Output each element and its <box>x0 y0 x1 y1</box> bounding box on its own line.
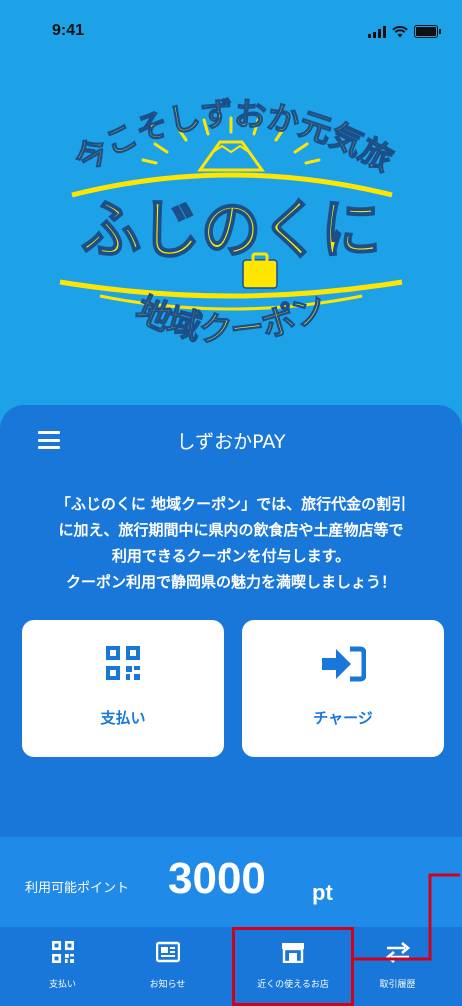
logo-arc-text: 今こそしずおか元気旅 <box>68 95 399 180</box>
signal-icon <box>368 26 386 38</box>
nav-label: お知らせ <box>149 980 186 990</box>
app-screen: 9:41 今こそしずおか元気旅 ふじのくに 地域クーポン しずおかPAY 「ふじ… <box>0 0 462 1006</box>
horizon-line-top <box>71 172 393 198</box>
wifi-icon <box>392 26 408 38</box>
battery-icon <box>414 25 441 38</box>
points-label: 利用可能ポイント <box>25 881 130 896</box>
logo-main-text: ふじのくに <box>81 194 381 268</box>
nav-label: 支払い <box>48 980 76 990</box>
pay-button-label: 支払い <box>100 709 146 727</box>
mount-fuji-icon <box>197 140 265 172</box>
wave-line-1 <box>59 279 403 299</box>
highlight-connector-line <box>354 873 460 961</box>
page-title: しずおかPAY <box>176 431 286 453</box>
nav-item-pay[interactable]: 支払い <box>20 927 105 1006</box>
pay-button[interactable]: 支払い <box>22 620 224 757</box>
qr-code-icon <box>106 646 140 680</box>
points-unit: pt <box>312 880 333 905</box>
description-line: 利用できるクーポンを付与します。 <box>111 547 351 565</box>
description-line: 「ふじのくに 地域クーポン」では、旅行代金の割引 <box>55 495 407 513</box>
fujinokuni-logo: 今こそしずおか元気旅 ふじのくに 地域クーポン <box>59 94 403 352</box>
points-value: 3000 <box>168 854 266 903</box>
status-bar: 9:41 <box>0 0 462 60</box>
charge-button-label: チャージ <box>313 709 373 727</box>
qr-code-icon <box>51 941 74 963</box>
description-line: に加え、旅行期間中に県内の飲食店や土産物店等で <box>58 521 404 539</box>
main-panel: しずおかPAY 「ふじのくに 地域クーポン」では、旅行代金の割引 に加え、旅行期… <box>0 405 462 845</box>
charge-enter-icon <box>322 646 366 682</box>
status-icons <box>368 25 441 38</box>
nav-highlight-box <box>232 927 354 1006</box>
description-line: クーポン利用で静岡県の魅力を満喫しましょう！ <box>65 573 396 591</box>
news-icon <box>155 941 180 963</box>
charge-button[interactable]: チャージ <box>242 620 444 757</box>
nav-item-news[interactable]: お知らせ <box>125 927 210 1006</box>
nav-label: 取引履歴 <box>379 980 416 990</box>
status-time: 9:41 <box>52 22 85 39</box>
campaign-description: 「ふじのくに 地域クーポン」では、旅行代金の割引 に加え、旅行期間中に県内の飲食… <box>10 491 452 595</box>
